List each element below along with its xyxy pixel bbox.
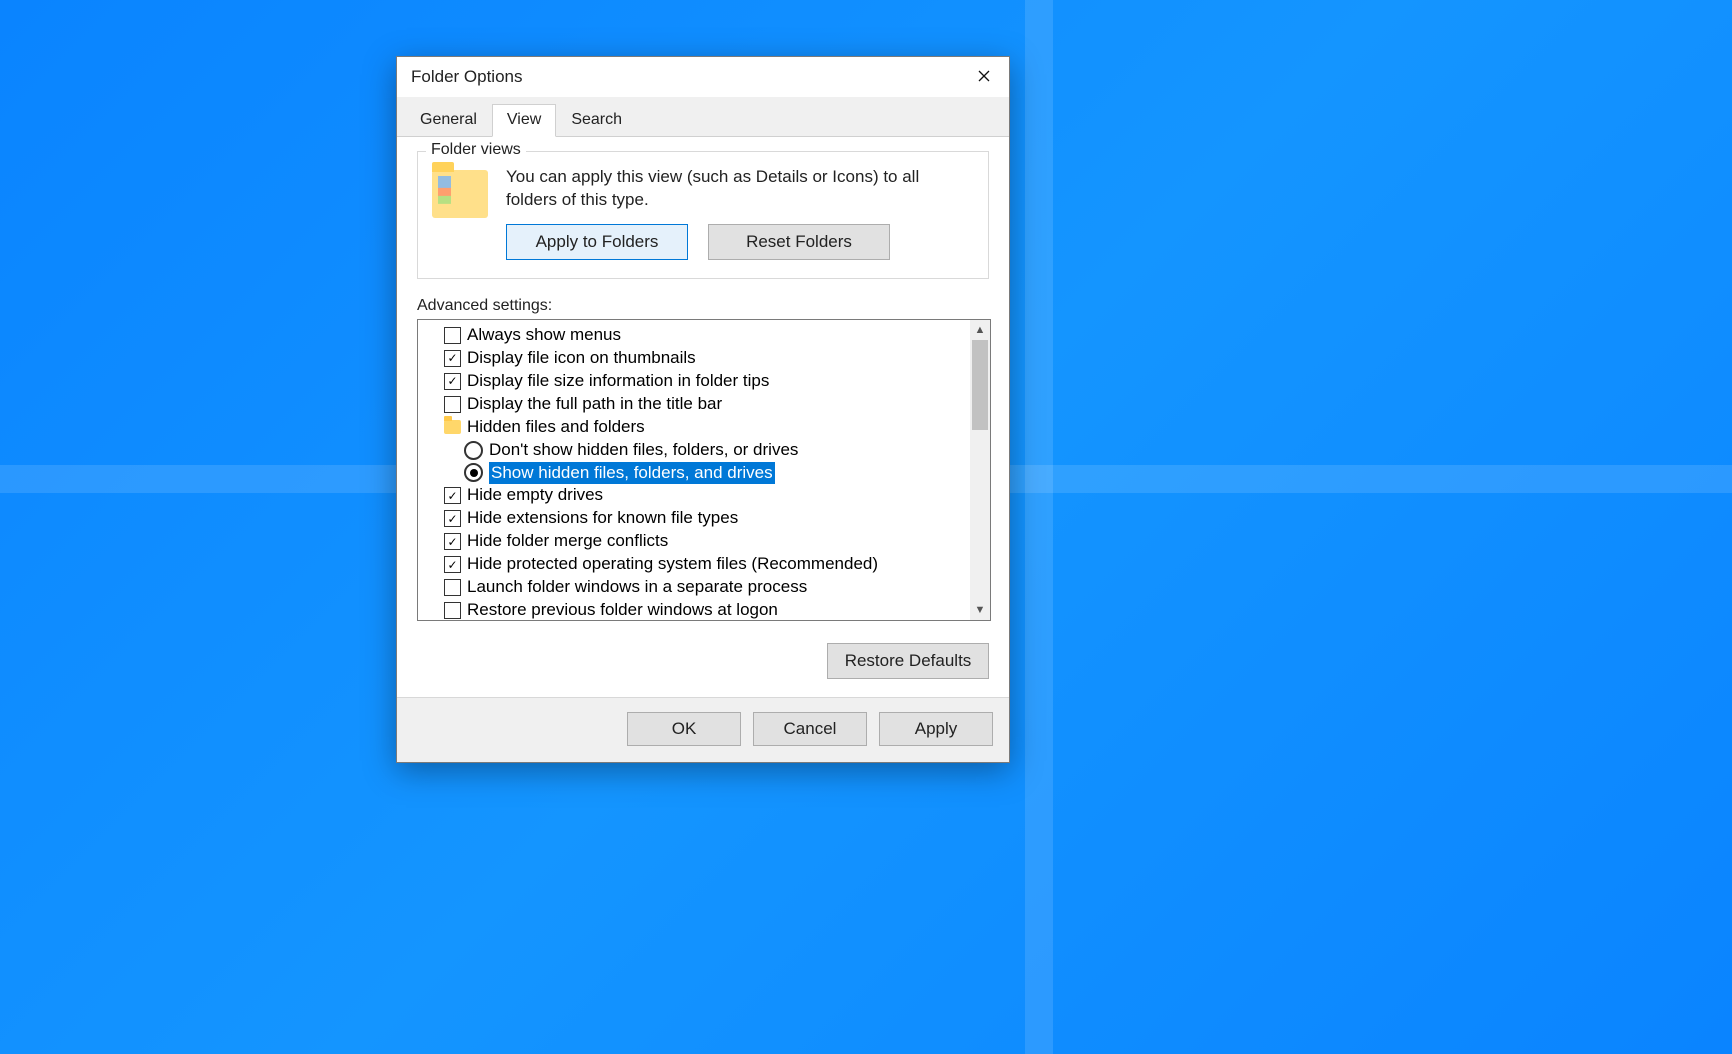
advanced-item-label: Display file size information in folder … (467, 370, 769, 393)
scroll-down-icon[interactable]: ▼ (970, 600, 990, 620)
advanced-item[interactable]: ✓ Display file size information in folder… (444, 370, 970, 393)
folder-icon (444, 420, 461, 434)
window-title: Folder Options (411, 67, 523, 87)
folder-views-icon (432, 170, 488, 218)
checkbox-icon[interactable] (444, 396, 461, 413)
close-button[interactable] (959, 57, 1009, 97)
advanced-item[interactable]: ✓ Hide folder merge conflicts (444, 530, 970, 553)
tab-view[interactable]: View (492, 104, 556, 137)
advanced-item-label: Display file icon on thumbnails (467, 347, 696, 370)
advanced-item-label: Hide protected operating system files (R… (467, 553, 878, 576)
advanced-item[interactable]: Launch folder windows in a separate proc… (444, 576, 970, 599)
advanced-item-label: Show hidden files, folders, and drives (489, 462, 775, 485)
apply-button[interactable]: Apply (879, 712, 993, 746)
advanced-item-label: Hide extensions for known file types (467, 507, 738, 530)
advanced-settings-list[interactable]: Always show menus ✓ Display file icon on t… (417, 319, 991, 621)
folder-views-description: You can apply this view (such as Details… (506, 166, 974, 212)
advanced-item[interactable]: Show hidden files, folders, and drives (444, 462, 970, 485)
advanced-settings-label: Advanced settings: (417, 297, 989, 315)
advanced-item-label: Hide folder merge conflicts (467, 530, 668, 553)
radio-icon[interactable] (464, 463, 483, 482)
close-icon (978, 69, 990, 86)
tab-general[interactable]: General (405, 104, 492, 137)
scroll-up-icon[interactable]: ▲ (970, 320, 990, 340)
folder-views-group: Folder views You can apply this view (su… (417, 151, 989, 279)
tab-body-view: Folder views You can apply this view (su… (397, 137, 1009, 697)
ok-button[interactable]: OK (627, 712, 741, 746)
advanced-item[interactable]: Display the full path in the title bar (444, 393, 970, 416)
checkbox-icon[interactable]: ✓ (444, 533, 461, 550)
checkbox-icon[interactable]: ✓ (444, 556, 461, 573)
dialog-footer: OK Cancel Apply (397, 697, 1009, 762)
advanced-item[interactable]: Restore previous folder windows at logon (444, 599, 970, 620)
advanced-item[interactable]: Don't show hidden files, folders, or dri… (444, 439, 970, 462)
advanced-item-label: Display the full path in the title bar (467, 393, 722, 416)
restore-defaults-button[interactable]: Restore Defaults (827, 643, 989, 679)
advanced-item[interactable]: Hidden files and folders (444, 416, 970, 439)
advanced-item[interactable]: ✓ Hide extensions for known file types (444, 507, 970, 530)
scrollbar[interactable]: ▲ ▼ (970, 320, 990, 620)
checkbox-icon[interactable]: ✓ (444, 487, 461, 504)
checkbox-icon[interactable]: ✓ (444, 373, 461, 390)
folder-views-legend: Folder views (426, 141, 526, 159)
folder-options-dialog: Folder Options General View Search Folde… (396, 56, 1010, 763)
checkbox-icon[interactable] (444, 602, 461, 619)
advanced-item[interactable]: ✓ Hide protected operating system files (… (444, 553, 970, 576)
checkbox-icon[interactable] (444, 327, 461, 344)
advanced-item-label: Restore previous folder windows at logon (467, 599, 778, 620)
advanced-item-label: Launch folder windows in a separate proc… (467, 576, 807, 599)
advanced-item[interactable]: ✓ Display file icon on thumbnails (444, 347, 970, 370)
advanced-item-label: Don't show hidden files, folders, or dri… (489, 439, 798, 462)
titlebar[interactable]: Folder Options (397, 57, 1009, 97)
checkbox-icon[interactable]: ✓ (444, 350, 461, 367)
checkbox-icon[interactable] (444, 579, 461, 596)
scroll-thumb[interactable] (972, 340, 988, 430)
cancel-button[interactable]: Cancel (753, 712, 867, 746)
reset-folders-button[interactable]: Reset Folders (708, 224, 890, 260)
advanced-item[interactable]: Always show menus (444, 324, 970, 347)
apply-to-folders-button[interactable]: Apply to Folders (506, 224, 688, 260)
advanced-item-label: Hidden files and folders (467, 416, 645, 439)
checkbox-icon[interactable]: ✓ (444, 510, 461, 527)
advanced-item[interactable]: ✓ Hide empty drives (444, 484, 970, 507)
tab-bar: General View Search (397, 97, 1009, 137)
tab-search[interactable]: Search (556, 104, 637, 137)
radio-icon[interactable] (464, 441, 483, 460)
advanced-item-label: Hide empty drives (467, 484, 603, 507)
advanced-item-label: Always show menus (467, 324, 621, 347)
